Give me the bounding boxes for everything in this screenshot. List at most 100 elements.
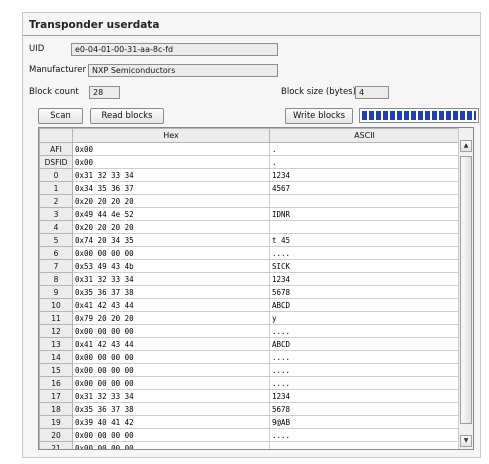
transponder-userdata-panel: Transponder userdata UID e0-04-01-00-31-… <box>22 12 481 458</box>
table-row[interactable]: 0 0x31 32 33 34 1234 <box>39 168 460 182</box>
column-header-hex[interactable]: Hex <box>72 128 270 143</box>
userdata-grid[interactable]: Hex ASCII AFI 0x00. DSFID 0x00. 0 0x31 32 33 … <box>38 127 474 450</box>
hex-cell[interactable]: 0x34 35 36 37 <box>72 181 270 195</box>
hex-cell[interactable]: 0x74 20 34 35 <box>72 233 270 247</box>
hex-cell[interactable]: 0x53 49 43 4b <box>72 259 270 273</box>
block-size-label: Block size (bytes) <box>281 87 356 97</box>
ascii-cell[interactable]: 1234 <box>269 389 460 403</box>
column-header-row-id <box>39 128 73 143</box>
hex-cell[interactable]: 0x35 36 37 38 <box>72 402 270 416</box>
ascii-cell[interactable]: 4567 <box>269 181 460 195</box>
ascii-cell[interactable]: 5678 <box>269 285 460 299</box>
table-row[interactable]: 12 0x00 00 00 00.... <box>39 324 460 338</box>
ascii-cell[interactable]: .... <box>269 428 460 442</box>
ascii-cell[interactable]: .... <box>269 441 460 449</box>
ascii-cell[interactable]: .... <box>269 350 460 364</box>
table-row[interactable]: DSFID 0x00. <box>39 155 460 169</box>
table-row[interactable]: 17 0x31 32 33 34 1234 <box>39 389 460 403</box>
table-row[interactable]: 3 0x49 44 4e 52 IDNR <box>39 207 460 221</box>
table-row[interactable]: 16 0x00 00 00 00.... <box>39 376 460 390</box>
table-row[interactable]: 2 0x20 20 20 20 <box>39 194 460 208</box>
table-row[interactable]: 6 0x00 00 00 00.... <box>39 246 460 260</box>
hex-cell[interactable]: 0x35 36 37 38 <box>72 285 270 299</box>
hex-cell[interactable]: 0x00 <box>72 142 270 156</box>
hex-cell[interactable]: 0x41 42 43 44 <box>72 298 270 312</box>
read-blocks-button[interactable]: Read blocks <box>90 108 164 124</box>
table-row[interactable]: 11 0x79 20 20 20 y <box>39 311 460 325</box>
ascii-cell[interactable]: SICK <box>269 259 460 273</box>
table-row[interactable]: 15 0x00 00 00 00.... <box>39 363 460 377</box>
hex-cell[interactable]: 0x00 00 00 00 <box>72 246 270 260</box>
row-header: 7 <box>39 259 73 273</box>
table-row[interactable]: AFI 0x00. <box>39 142 460 156</box>
table-row[interactable]: 14 0x00 00 00 00.... <box>39 350 460 364</box>
table-row[interactable]: 5 0x74 20 34 35 t 45 <box>39 233 460 247</box>
scan-button[interactable]: Scan <box>38 108 83 124</box>
ascii-cell[interactable]: 5678 <box>269 402 460 416</box>
row-header: 12 <box>39 324 73 338</box>
row-header: 8 <box>39 272 73 286</box>
ascii-cell[interactable]: .... <box>269 376 460 390</box>
hex-cell[interactable]: 0x20 20 20 20 <box>72 220 270 234</box>
hex-cell[interactable]: 0x79 20 20 20 <box>72 311 270 325</box>
hex-cell[interactable]: 0x20 20 20 20 <box>72 194 270 208</box>
table-row[interactable]: 8 0x31 32 33 34 1234 <box>39 272 460 286</box>
table-row[interactable]: 20 0x00 00 00 00.... <box>39 428 460 442</box>
ascii-cell[interactable]: t 45 <box>269 233 460 247</box>
vertical-scrollbar[interactable]: ▲ ▼ <box>458 128 473 449</box>
ascii-cell[interactable]: 9@AB <box>269 415 460 429</box>
uid-label: UID <box>29 44 45 54</box>
ascii-cell[interactable]: .... <box>269 363 460 377</box>
ascii-cell[interactable]: ABCD <box>269 298 460 312</box>
row-header: 6 <box>39 246 73 260</box>
hex-cell[interactable]: 0x00 00 00 00 <box>72 324 270 338</box>
table-header-row: Hex ASCII <box>39 128 460 143</box>
scrollbar-thumb[interactable] <box>460 156 472 424</box>
row-header: 5 <box>39 233 73 247</box>
arrow-up-icon[interactable]: ▲ <box>460 140 472 152</box>
table-row[interactable]: 1 0x34 35 36 37 4567 <box>39 181 460 195</box>
hex-cell[interactable]: 0x00 00 00 00 <box>72 441 270 449</box>
table-row[interactable]: 7 0x53 49 43 4b SICK <box>39 259 460 273</box>
row-header: 18 <box>39 402 73 416</box>
ascii-cell[interactable]: .... <box>269 246 460 260</box>
write-blocks-button[interactable]: Write blocks <box>285 108 353 124</box>
table-row[interactable]: 9 0x35 36 37 38 5678 <box>39 285 460 299</box>
table-row[interactable]: 19 0x39 40 41 42 9@AB <box>39 415 460 429</box>
hex-cell[interactable]: 0x00 00 00 00 <box>72 350 270 364</box>
table-row[interactable]: 13 0x41 42 43 44 ABCD <box>39 337 460 351</box>
panel-title: Transponder userdata <box>29 19 160 31</box>
ascii-cell[interactable]: ABCD <box>269 337 460 351</box>
hex-cell[interactable]: 0x31 32 33 34 <box>72 389 270 403</box>
ascii-cell[interactable] <box>269 220 460 234</box>
row-header: 4 <box>39 220 73 234</box>
table-row[interactable]: 21 0x00 00 00 00.... <box>39 441 460 449</box>
arrow-down-icon[interactable]: ▼ <box>460 435 472 447</box>
ascii-cell[interactable]: 1234 <box>269 272 460 286</box>
hex-cell[interactable]: 0x00 00 00 00 <box>72 376 270 390</box>
ascii-cell[interactable]: . <box>269 155 460 169</box>
row-header: 21 <box>39 441 73 449</box>
uid-field: e0-04-01-00-31-aa-8c-fd <box>71 43 278 56</box>
hex-cell[interactable]: 0x41 42 43 44 <box>72 337 270 351</box>
hex-cell[interactable]: 0x49 44 4e 52 <box>72 207 270 221</box>
ascii-cell[interactable]: .... <box>269 324 460 338</box>
hex-cell[interactable]: 0x00 <box>72 155 270 169</box>
ascii-cell[interactable]: . <box>269 142 460 156</box>
hex-cell[interactable]: 0x00 00 00 00 <box>72 363 270 377</box>
ascii-cell[interactable]: IDNR <box>269 207 460 221</box>
hex-cell[interactable]: 0x00 00 00 00 <box>72 428 270 442</box>
hex-cell[interactable]: 0x31 32 33 34 <box>72 168 270 182</box>
ascii-cell[interactable]: y <box>269 311 460 325</box>
row-header: 3 <box>39 207 73 221</box>
manufacturer-label: Manufacturer <box>29 65 86 75</box>
hex-cell[interactable]: 0x39 40 41 42 <box>72 415 270 429</box>
table-row[interactable]: 18 0x35 36 37 38 5678 <box>39 402 460 416</box>
table-row[interactable]: 10 0x41 42 43 44 ABCD <box>39 298 460 312</box>
ascii-cell[interactable] <box>269 194 460 208</box>
ascii-cell[interactable]: 1234 <box>269 168 460 182</box>
hex-cell[interactable]: 0x31 32 33 34 <box>72 272 270 286</box>
table-row[interactable]: 4 0x20 20 20 20 <box>39 220 460 234</box>
column-header-ascii[interactable]: ASCII <box>269 128 460 143</box>
write-progress-fill <box>362 111 476 120</box>
